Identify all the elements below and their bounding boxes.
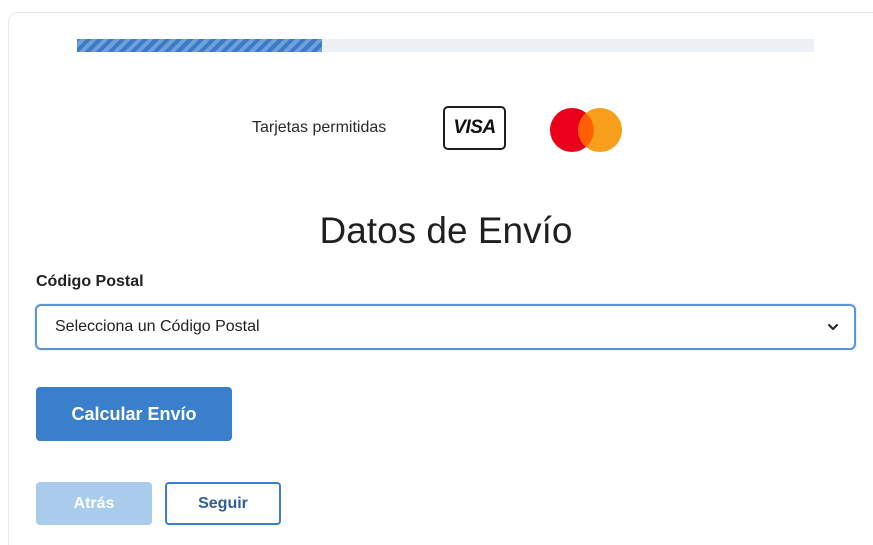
next-button[interactable]: Seguir [165,482,281,525]
postal-code-label: Código Postal [36,273,144,290]
page: Tarjetas permitidas VISA Datos de Envío … [0,0,873,545]
visa-logo-text: VISA [453,117,496,138]
page-title: Datos de Envío [319,210,573,251]
allowed-cards: Tarjetas permitidas VISA [0,104,873,154]
progress-bar-fill [77,39,323,52]
postal-code-select[interactable]: Selecciona un Código Postal [35,304,856,350]
calculate-shipping-button[interactable]: Calcular Envío [36,387,232,441]
chevron-down-icon [828,324,838,330]
allowed-cards-label: Tarjetas permitidas [252,119,387,136]
visa-logo-icon: VISA [443,106,506,150]
progress-bar [77,39,814,52]
postal-code-select-value: Selecciona un Código Postal [55,318,260,335]
mastercard-logo-icon [550,108,622,152]
back-button[interactable]: Atrás [36,482,152,525]
